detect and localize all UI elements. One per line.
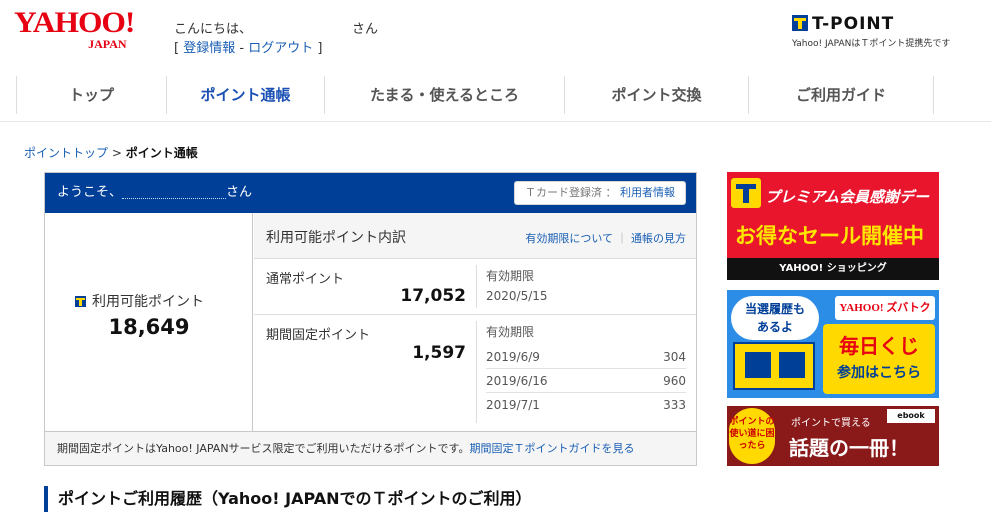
- account-links: [ 登録情報 - ログアウト ]: [174, 41, 323, 56]
- list-item: 2019/7/1 333: [486, 398, 686, 412]
- breakdown-header: 利用可能ポイント内訳 有効期限について ｜ 通帳の見方: [254, 213, 696, 259]
- page-header: YAHOO! JAPAN こんにちは、 さん [ 登録情報 - ログアウト ] T…: [0, 0, 991, 66]
- logo-main: YAHOO!: [14, 6, 135, 39]
- fixed-points-label: 期間固定ポイント: [266, 328, 371, 343]
- nav-divider: [0, 121, 991, 122]
- passbook-guide-link[interactable]: 通帳の見方: [631, 232, 686, 245]
- tab-point-exchange[interactable]: ポイント交換: [564, 76, 748, 114]
- fixed-points-note: 期間固定ポイントはYahoo! JAPANサービス限定でご利用いただけるポイント…: [57, 442, 470, 455]
- normal-expiry-date: 2020/5/15: [486, 289, 548, 303]
- tpoint-logo[interactable]: T-POINT Yahoo! JAPANはＴポイント提携先です: [792, 14, 950, 49]
- breadcrumb-point-top[interactable]: ポイントトップ: [24, 146, 108, 160]
- column-divider: [476, 265, 477, 308]
- panel-header: ようこそ、 さん Ｔカード登録済 ： 利用者情報: [45, 173, 696, 213]
- tpoint-icon: [792, 15, 808, 31]
- points-panel: ようこそ、 さん Ｔカード登録済 ： 利用者情報 利用可能ポイント 18,649 …: [44, 172, 697, 466]
- promo-circle: ポイントの使い道に困ったら: [729, 408, 775, 464]
- fixed-expiry-list: 2019/6/9 304 2019/6/16 960 2019/7/1 333: [486, 345, 686, 417]
- register-info-link[interactable]: 登録情報: [183, 41, 235, 56]
- tcard-status-box: Ｔカード登録済 ： 利用者情報: [514, 181, 686, 205]
- available-points-label: 利用可能ポイント: [75, 291, 204, 311]
- breadcrumb-current: ポイント通帳: [125, 146, 198, 160]
- points-breakdown: 利用可能ポイント内訳 有効期限について ｜ 通帳の見方 通常ポイント 17,05…: [254, 213, 696, 431]
- tab-top[interactable]: トップ: [16, 76, 166, 114]
- zubatoku-logo: YAHOO! ズバトク: [835, 296, 935, 320]
- available-points-value: 18,649: [108, 315, 190, 339]
- tpoint-icon: [75, 296, 86, 307]
- lottery-boxes-icon: [733, 342, 815, 390]
- available-points-summary: 利用可能ポイント 18,649: [45, 213, 253, 431]
- ebook-logo: ebook: [887, 409, 935, 423]
- ebook-banner[interactable]: ポイントの使い道に困ったら ebook ポイントで買える 話題の一冊！: [727, 406, 939, 466]
- user-info-link[interactable]: 利用者情報: [620, 186, 675, 199]
- breadcrumb: ポイントトップ > ポイント通帳: [24, 146, 198, 160]
- expiry-label: 有効期限: [486, 269, 535, 283]
- logout-link[interactable]: ログアウト: [248, 41, 313, 56]
- speech-bubble: 当選履歴も あるよ: [731, 296, 819, 340]
- panel-footer: 期間固定ポイントはYahoo! JAPANサービス限定でご利用いただけるポイント…: [45, 431, 696, 465]
- breakdown-title: 利用可能ポイント内訳: [266, 230, 406, 246]
- yahoo-japan-logo[interactable]: YAHOO! JAPAN: [14, 8, 135, 51]
- fixed-expiry-label: 有効期限: [486, 325, 535, 339]
- normal-points-value: 17,052: [400, 286, 466, 306]
- fixed-points-guide-link[interactable]: 期間固定Ｔポイントガイドを見る: [469, 442, 634, 455]
- fixed-points-row: 期間固定ポイント 1,597 有効期限 2019/6/9 304 2019/6/1…: [254, 315, 696, 431]
- fixed-points-value: 1,597: [412, 343, 466, 363]
- premium-sale-banner[interactable]: プレミアム会員感謝デー お得なセール開催中 YAHOO! ショッピング: [727, 172, 939, 280]
- tab-earn-use[interactable]: たまる・使えるところ: [324, 76, 564, 114]
- breakdown-links: 有効期限について ｜ 通帳の見方: [525, 232, 686, 245]
- logo-sub: JAPAN: [88, 37, 127, 51]
- greeting: こんにちは、 さん: [174, 22, 379, 37]
- expiry-info-link[interactable]: 有効期限について: [525, 232, 613, 245]
- masked-username: [122, 187, 227, 199]
- tpoint-icon: [731, 178, 761, 208]
- list-item: 2019/6/9 304: [486, 345, 686, 369]
- main-nav: トップ ポイント通帳 たまる・使えるところ ポイント交換 ご利用ガイド: [16, 76, 976, 114]
- tpoint-partner-note: Yahoo! JAPANはＴポイント提携先です: [792, 39, 951, 49]
- daily-lottery-banner[interactable]: 当選履歴も あるよ YAHOO! ズバトク 毎日くじ 参加はこちら: [727, 290, 939, 398]
- tab-point-passbook[interactable]: ポイント通帳: [166, 76, 324, 114]
- tab-usage-guide[interactable]: ご利用ガイド: [748, 76, 934, 114]
- usage-history-heading: ポイントご利用履歴（Yahoo! JAPANでのＴポイントのご利用）: [44, 486, 532, 512]
- column-divider: [476, 321, 477, 423]
- normal-points-row: 通常ポイント 17,052 有効期限 2020/5/15: [254, 259, 696, 315]
- normal-points-label: 通常ポイント: [266, 272, 345, 287]
- list-item: 2019/6/16 960: [486, 369, 686, 393]
